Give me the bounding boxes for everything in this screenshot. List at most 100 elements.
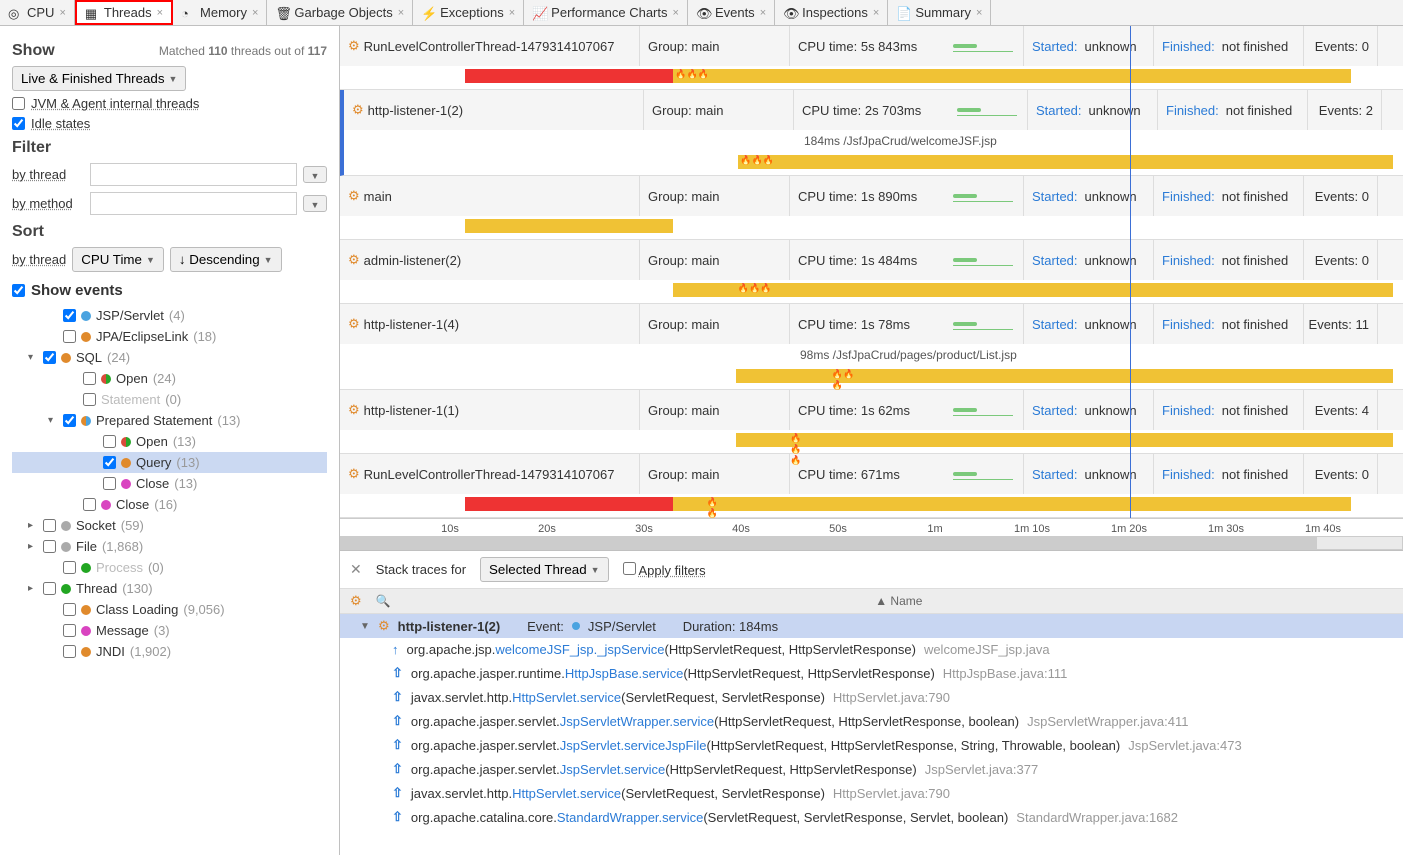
tree-item[interactable]: Process (0): [12, 557, 327, 578]
search-icon[interactable]: 🔍: [376, 594, 391, 608]
filter-method-dd[interactable]: ▼: [303, 195, 327, 212]
tree-checkbox[interactable]: [83, 393, 96, 406]
thread-row[interactable]: ⚙http-listener-1(4) Group: main CPU time…: [340, 304, 1403, 390]
stack-frame[interactable]: ⇧javax.servlet.http.HttpServlet.service(…: [340, 685, 1403, 709]
tree-checkbox[interactable]: [43, 351, 56, 364]
tree-checkbox[interactable]: [103, 456, 116, 469]
tree-item[interactable]: ▸Thread (130): [12, 578, 327, 599]
ruler-tick: 1m: [927, 523, 942, 535]
tree-item[interactable]: Statement (0): [12, 389, 327, 410]
filter-thread-dd[interactable]: ▼: [303, 166, 327, 183]
tree-item[interactable]: Open (24): [12, 368, 327, 389]
tree-checkbox[interactable]: [63, 624, 76, 637]
tab-performance-charts[interactable]: 📈Performance Charts×: [524, 0, 688, 25]
close-icon[interactable]: ×: [509, 7, 515, 19]
close-icon[interactable]: ×: [873, 7, 879, 19]
close-icon[interactable]: ×: [760, 7, 766, 19]
tree-checkbox[interactable]: [63, 330, 76, 343]
apply-filters-checkbox[interactable]: [623, 562, 636, 575]
chevron-icon[interactable]: ▸: [28, 541, 38, 552]
tree-item[interactable]: Query (13): [12, 452, 327, 473]
stack-frame[interactable]: ↑org.apache.jsp.welcomeJSF_jsp._jspServi…: [340, 638, 1403, 661]
tree-checkbox[interactable]: [43, 519, 56, 532]
tree-checkbox[interactable]: [63, 309, 76, 322]
tree-checkbox[interactable]: [43, 540, 56, 553]
thread-timeline[interactable]: [350, 69, 1393, 83]
thread-row[interactable]: ⚙http-listener-1(1) Group: main CPU time…: [340, 390, 1403, 454]
tree-checkbox[interactable]: [63, 414, 76, 427]
stack-frame[interactable]: ⇧org.apache.jasper.servlet.JspServlet.se…: [340, 733, 1403, 757]
thread-row[interactable]: ⚙RunLevelControllerThread-1479314107067 …: [340, 454, 1403, 518]
thread-timeline[interactable]: [350, 433, 1393, 447]
chevron-icon[interactable]: ▾: [48, 415, 58, 426]
idle-checkbox[interactable]: [12, 117, 25, 130]
tree-item[interactable]: Open (13): [12, 431, 327, 452]
close-icon[interactable]: ×: [673, 7, 679, 19]
stack-frame[interactable]: ⇧org.apache.catalina.core.StandardWrappe…: [340, 805, 1403, 829]
tree-checkbox[interactable]: [63, 603, 76, 616]
time-cursor[interactable]: [1130, 26, 1131, 518]
tree-checkbox[interactable]: [43, 582, 56, 595]
tree-item[interactable]: ▸File (1,868): [12, 536, 327, 557]
ruler-scrollbar[interactable]: [341, 537, 1317, 549]
close-icon[interactable]: ×: [157, 7, 163, 19]
close-icon[interactable]: ×: [976, 7, 982, 19]
stack-frame[interactable]: ⇧org.apache.jasper.runtime.HttpJspBase.s…: [340, 661, 1403, 685]
close-icon[interactable]: ×: [252, 7, 258, 19]
close-icon[interactable]: ✕: [350, 561, 362, 578]
chevron-icon[interactable]: ▸: [28, 583, 38, 594]
tab-events[interactable]: 👁Events×: [688, 0, 775, 25]
tree-item[interactable]: ▾Prepared Statement (13): [12, 410, 327, 431]
stack-frame[interactable]: ⇧javax.servlet.http.HttpServlet.service(…: [340, 781, 1403, 805]
tab-memory[interactable]: ◔Memory×: [173, 0, 267, 25]
tree-item[interactable]: JSP/Servlet (4): [12, 305, 327, 326]
chevron-icon[interactable]: ▸: [28, 520, 38, 531]
tree-item[interactable]: JPA/EclipseLink (18): [12, 326, 327, 347]
thread-timeline[interactable]: [354, 155, 1393, 169]
tab-garbage-objects[interactable]: 🗑Garbage Objects×: [267, 0, 413, 25]
thread-timeline[interactable]: [350, 369, 1393, 383]
filter-thread-input[interactable]: [90, 163, 297, 186]
thread-timeline[interactable]: [350, 497, 1393, 511]
close-icon[interactable]: ×: [398, 7, 404, 19]
jvm-checkbox[interactable]: [12, 97, 25, 110]
filter-method-input[interactable]: [90, 192, 297, 215]
tab-exceptions[interactable]: ⚡Exceptions×: [413, 0, 524, 25]
tree-checkbox[interactable]: [103, 477, 116, 490]
stack-frame[interactable]: ⇧org.apache.jasper.servlet.JspServletWra…: [340, 709, 1403, 733]
name-column-header[interactable]: Name: [890, 594, 922, 608]
tree-checkbox[interactable]: [103, 435, 116, 448]
thread-mode-dropdown[interactable]: Live & Finished Threads▼: [12, 66, 186, 91]
tree-checkbox[interactable]: [63, 645, 76, 658]
tree-item[interactable]: ▾SQL (24): [12, 347, 327, 368]
stack-header-row[interactable]: ▼⚙http-listener-1(2) Event: JSP/Servlet …: [340, 614, 1403, 638]
tree-item[interactable]: JNDI (1,902): [12, 641, 327, 662]
tab-cpu[interactable]: ◎CPU×: [0, 0, 75, 25]
tree-item[interactable]: Class Loading (9,056): [12, 599, 327, 620]
thread-row[interactable]: ⚙main Group: main CPU time: 1s 890ms Sta…: [340, 176, 1403, 240]
tree-item[interactable]: Close (16): [12, 494, 327, 515]
time-ruler[interactable]: 10s20s30s40s50s1m1m 10s1m 20s1m 30s1m 40…: [340, 518, 1403, 550]
thread-row[interactable]: ⚙RunLevelControllerThread-1479314107067 …: [340, 26, 1403, 90]
gear-icon[interactable]: ⚙: [350, 593, 362, 609]
show-events-checkbox[interactable]: [12, 284, 25, 297]
stack-frame[interactable]: ⇧org.apache.jasper.servlet.JspServlet.se…: [340, 757, 1403, 781]
tree-item[interactable]: Close (13): [12, 473, 327, 494]
thread-row[interactable]: ⚙http-listener-1(2) Group: main CPU time…: [340, 90, 1403, 176]
sort-dir-dd[interactable]: ↓ Descending▼: [170, 247, 282, 272]
sort-field-dd[interactable]: CPU Time▼: [72, 247, 164, 272]
close-icon[interactable]: ×: [59, 7, 65, 19]
thread-row[interactable]: ⚙admin-listener(2) Group: main CPU time:…: [340, 240, 1403, 304]
tree-checkbox[interactable]: [83, 372, 96, 385]
tab-threads[interactable]: ▦Threads×: [75, 0, 173, 25]
tree-item[interactable]: Message (3): [12, 620, 327, 641]
chevron-icon[interactable]: ▾: [28, 352, 38, 363]
tree-item[interactable]: ▸Socket (59): [12, 515, 327, 536]
thread-timeline[interactable]: [350, 219, 1393, 233]
tree-checkbox[interactable]: [83, 498, 96, 511]
tab-summary[interactable]: 📄Summary×: [888, 0, 991, 25]
tab-inspections[interactable]: 👁Inspections×: [775, 0, 888, 25]
tree-checkbox[interactable]: [63, 561, 76, 574]
stacktrace-scope-dd[interactable]: Selected Thread▼: [480, 557, 608, 582]
thread-timeline[interactable]: [350, 283, 1393, 297]
